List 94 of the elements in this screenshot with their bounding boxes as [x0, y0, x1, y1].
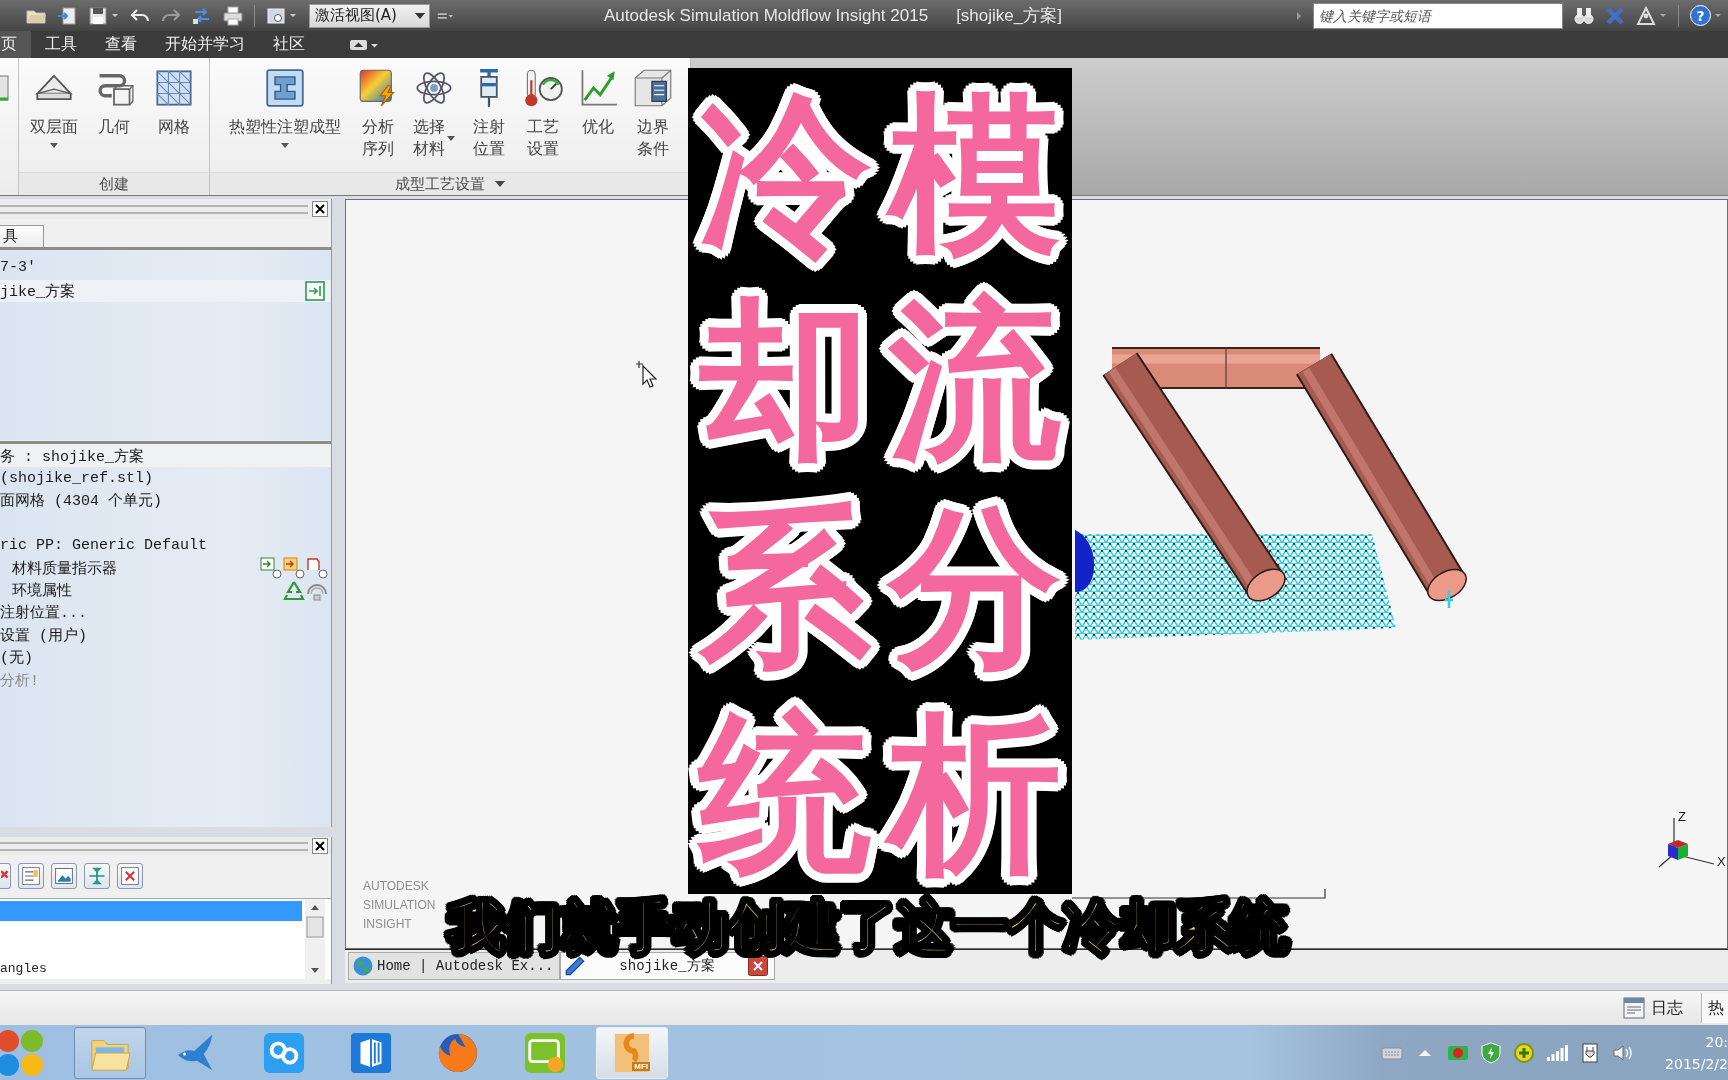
ribbon-button[interactable]: 双层面	[27, 58, 81, 148]
tree-item[interactable]: 注射位置...	[0, 601, 331, 625]
tree-item[interactable]: (shojike_ref.stl)	[0, 467, 331, 490]
list-icon	[21, 866, 41, 886]
panel-tab[interactable]: 热	[1701, 993, 1728, 1023]
ribbon-button[interactable]: 热塑性注塑成型	[224, 58, 346, 148]
toolbar-button[interactable]	[117, 863, 143, 889]
axis-label: Z	[1678, 810, 1686, 824]
linked-rings-icon	[263, 1031, 305, 1074]
log-button[interactable]: 日志	[1623, 997, 1683, 1019]
ribbon-button[interactable]: 分析序列	[355, 58, 401, 160]
window-title: Autodesk Simulation Moldflow Insight 2015	[604, 5, 929, 26]
tree-item[interactable]: 面网格 (4304 个单元)	[0, 489, 331, 513]
camera-frame-icon[interactable]	[266, 5, 286, 26]
globe-icon	[353, 956, 373, 976]
tree-item[interactable]: (无)	[0, 646, 331, 669]
close-icon[interactable]	[312, 201, 328, 217]
tree-item[interactable]: 7-3'	[0, 256, 331, 278]
recycle-icon	[283, 579, 305, 602]
printer-icon[interactable]	[223, 5, 243, 26]
pane-grip[interactable]	[0, 204, 308, 214]
toolbar-button[interactable]	[0, 863, 11, 889]
shield-icon[interactable]	[1480, 1041, 1503, 1064]
toolbar-button[interactable]	[51, 863, 77, 889]
tree-item[interactable]: ric PP: Generic Default	[0, 534, 331, 557]
thermometer-gauge-icon	[523, 68, 563, 108]
cube-tile-icon	[350, 1031, 392, 1074]
mouse-pointer-icon	[636, 360, 658, 390]
logo-text: AUTODESK	[363, 878, 430, 895]
help-button[interactable]: ?	[1690, 5, 1711, 26]
toolbar-button[interactable]	[84, 863, 110, 889]
logo-text: SIMULATION	[363, 897, 436, 914]
ribbon-button[interactable]: 优化	[575, 58, 621, 138]
triangle-person-icon[interactable]	[1636, 5, 1656, 26]
taskbar-button[interactable]	[74, 1026, 146, 1079]
logo-text: INSIGHT	[363, 916, 413, 933]
customize-menu-icon[interactable]	[436, 11, 454, 20]
syringe-icon	[479, 68, 499, 108]
toolbar-button[interactable]	[18, 863, 44, 889]
tree-item[interactable]: 环境属性	[0, 579, 331, 602]
document-title: [shojike_方案]	[956, 5, 1062, 27]
axis-label: X	[1717, 855, 1726, 869]
mold-icon	[265, 68, 305, 108]
swap-arrows-icon[interactable]	[192, 5, 212, 26]
arrow-box-icon[interactable]	[305, 281, 325, 301]
ribbon-button[interactable]: 几何	[87, 58, 141, 138]
ribbon-button[interactable]: 选择材料	[410, 58, 458, 160]
save-icon[interactable]	[88, 5, 108, 26]
plus-circle-icon[interactable]	[1513, 1041, 1536, 1064]
ribbon-tab[interactable]: 查看	[91, 31, 151, 58]
arrow-box-icon	[283, 557, 305, 580]
ribbon-tab[interactable]: 页	[0, 31, 31, 58]
view-dropdown[interactable]: 激活视图(A)	[309, 3, 430, 28]
ribbon-button[interactable]: 工艺设置	[520, 58, 566, 160]
ribbon-tab[interactable]: 工具	[31, 31, 91, 58]
pane-grip[interactable]	[0, 841, 308, 851]
tv-tile-icon	[524, 1031, 566, 1074]
ribbon-tab[interactable]: 社区	[259, 31, 319, 58]
expand-arrow-icon[interactable]	[1296, 10, 1302, 21]
ribbon-tab[interactable]: 开始并学习	[151, 31, 259, 58]
cross-icon[interactable]	[1605, 5, 1625, 26]
tree-item[interactable]: jike_方案	[0, 280, 331, 302]
four-circles-icon[interactable]	[0, 1027, 46, 1078]
tree-item[interactable]: 材料质量指示器	[0, 556, 331, 580]
document-arrow-icon[interactable]	[57, 5, 77, 26]
pane-tab[interactable]: 具	[0, 225, 44, 247]
caret-icon[interactable]	[1659, 13, 1667, 18]
mesh-grid-icon	[154, 68, 194, 108]
delete-icon	[120, 866, 140, 886]
caret-icon	[415, 11, 425, 20]
ribbon-button[interactable]: 边界条件	[630, 58, 676, 160]
group-title: 创建	[99, 174, 129, 194]
caret-icon[interactable]	[289, 13, 297, 18]
binoculars-icon[interactable]	[1574, 5, 1594, 26]
pencil-icon	[565, 956, 586, 976]
arrow-box-icon	[260, 557, 282, 580]
arrows-icon	[87, 866, 107, 886]
scrollbar[interactable]	[305, 899, 325, 979]
close-icon[interactable]	[312, 838, 328, 854]
picture-icon	[54, 866, 74, 886]
ribbon-button[interactable]: 网格	[147, 58, 201, 138]
caret-icon[interactable]	[111, 13, 119, 18]
flag-icon	[306, 557, 328, 580]
search-field[interactable]: 键入关键字或短语	[1313, 2, 1563, 29]
caret-icon[interactable]	[495, 181, 505, 187]
fox-globe-icon	[437, 1031, 479, 1074]
group-title: 成型工艺设置	[395, 174, 485, 194]
caret-icon[interactable]	[1714, 13, 1722, 18]
tree-item[interactable]: 务 : shojike_方案	[0, 445, 331, 468]
close-icon[interactable]	[748, 956, 769, 976]
tree-item[interactable]: 设置 (用户)	[0, 624, 331, 647]
ribbon-button[interactable]: 注射位置	[467, 58, 511, 160]
log-window-icon	[1623, 997, 1645, 1019]
cube-panel-icon	[633, 68, 673, 108]
